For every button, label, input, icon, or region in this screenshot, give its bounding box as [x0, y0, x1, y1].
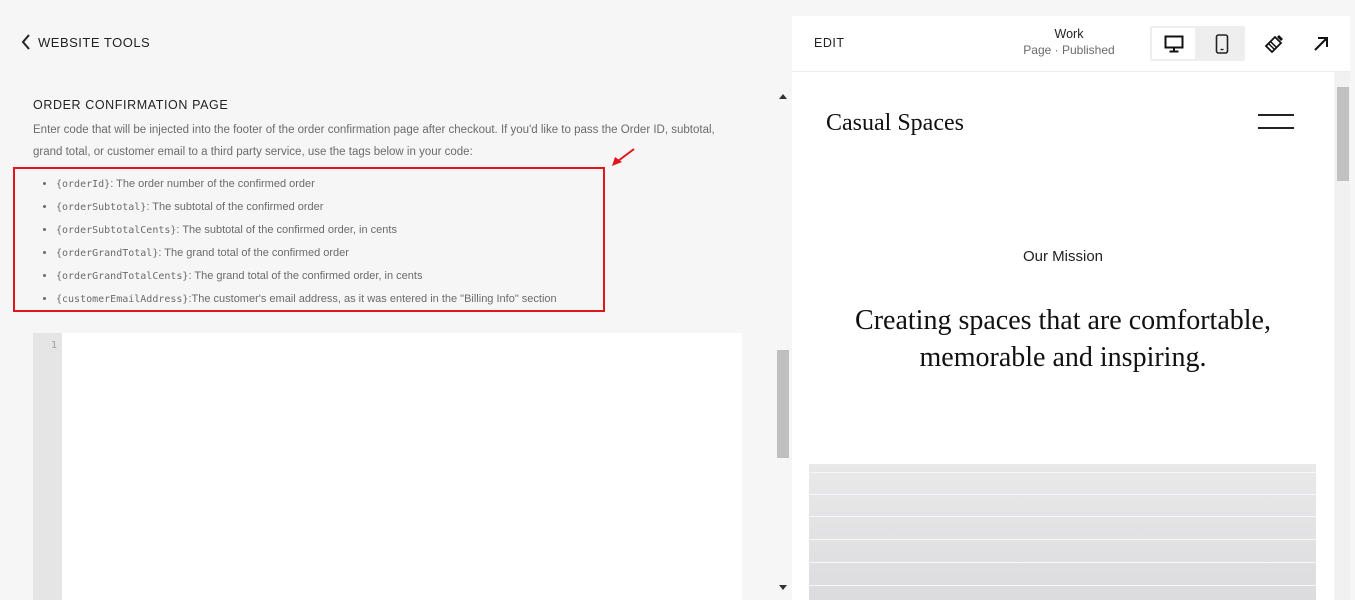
line-number: 1	[50, 340, 57, 351]
paintbrush-icon	[1264, 35, 1283, 54]
preview-scrollbar[interactable]	[1334, 72, 1350, 600]
design-button[interactable]	[1263, 33, 1285, 55]
mission-label: Our Mission	[1022, 248, 1104, 265]
page-info: Work Page · Published	[1004, 27, 1134, 57]
highlight-box	[13, 167, 605, 312]
site-title[interactable]: Casual Spaces	[826, 110, 964, 137]
annotation-arrow-icon	[612, 148, 635, 166]
mission-heading: Creating spaces that are comfortable, me…	[855, 305, 1271, 373]
code-injection-panel: WEBSITE TOOLS ORDER CONFIRMATION PAGE En…	[0, 0, 792, 600]
hero-image	[809, 464, 1316, 600]
panel-scrollbar[interactable]	[775, 88, 790, 596]
desktop-icon	[1164, 35, 1183, 52]
hamburger-menu-icon[interactable]	[1258, 114, 1294, 130]
line-gutter: 1	[33, 333, 62, 600]
scroll-down-arrow-icon[interactable]	[779, 585, 787, 590]
scroll-up-arrow-icon[interactable]	[779, 94, 787, 99]
mobile-view-button[interactable]	[1200, 28, 1243, 59]
mobile-icon	[1215, 33, 1228, 54]
back-label: WEBSITE TOOLS	[38, 34, 151, 50]
preview-scrollbar-thumb[interactable]	[1337, 87, 1349, 181]
page-name: Work	[1054, 27, 1084, 41]
page-status: Page · Published	[1023, 43, 1115, 57]
site-preview[interactable]: Casual Spaces Our Mission Creating space…	[792, 72, 1334, 600]
back-to-website-tools[interactable]: WEBSITE TOOLS	[20, 34, 150, 50]
code-editor[interactable]: 1	[33, 333, 742, 600]
site-preview-pane: EDIT Work Page · Published Casual Spaces…	[792, 16, 1350, 600]
device-toggle	[1150, 26, 1245, 61]
section-title: ORDER CONFIRMATION PAGE	[33, 98, 229, 112]
preview-toolbar: EDIT Work Page · Published	[792, 16, 1350, 72]
open-site-button[interactable]	[1310, 33, 1332, 55]
desktop-view-button[interactable]	[1152, 28, 1195, 59]
scrollbar-thumb[interactable]	[777, 350, 789, 458]
edit-button[interactable]: EDIT	[814, 36, 844, 50]
chevron-left-icon	[21, 34, 30, 50]
external-arrow-icon	[1314, 37, 1328, 51]
